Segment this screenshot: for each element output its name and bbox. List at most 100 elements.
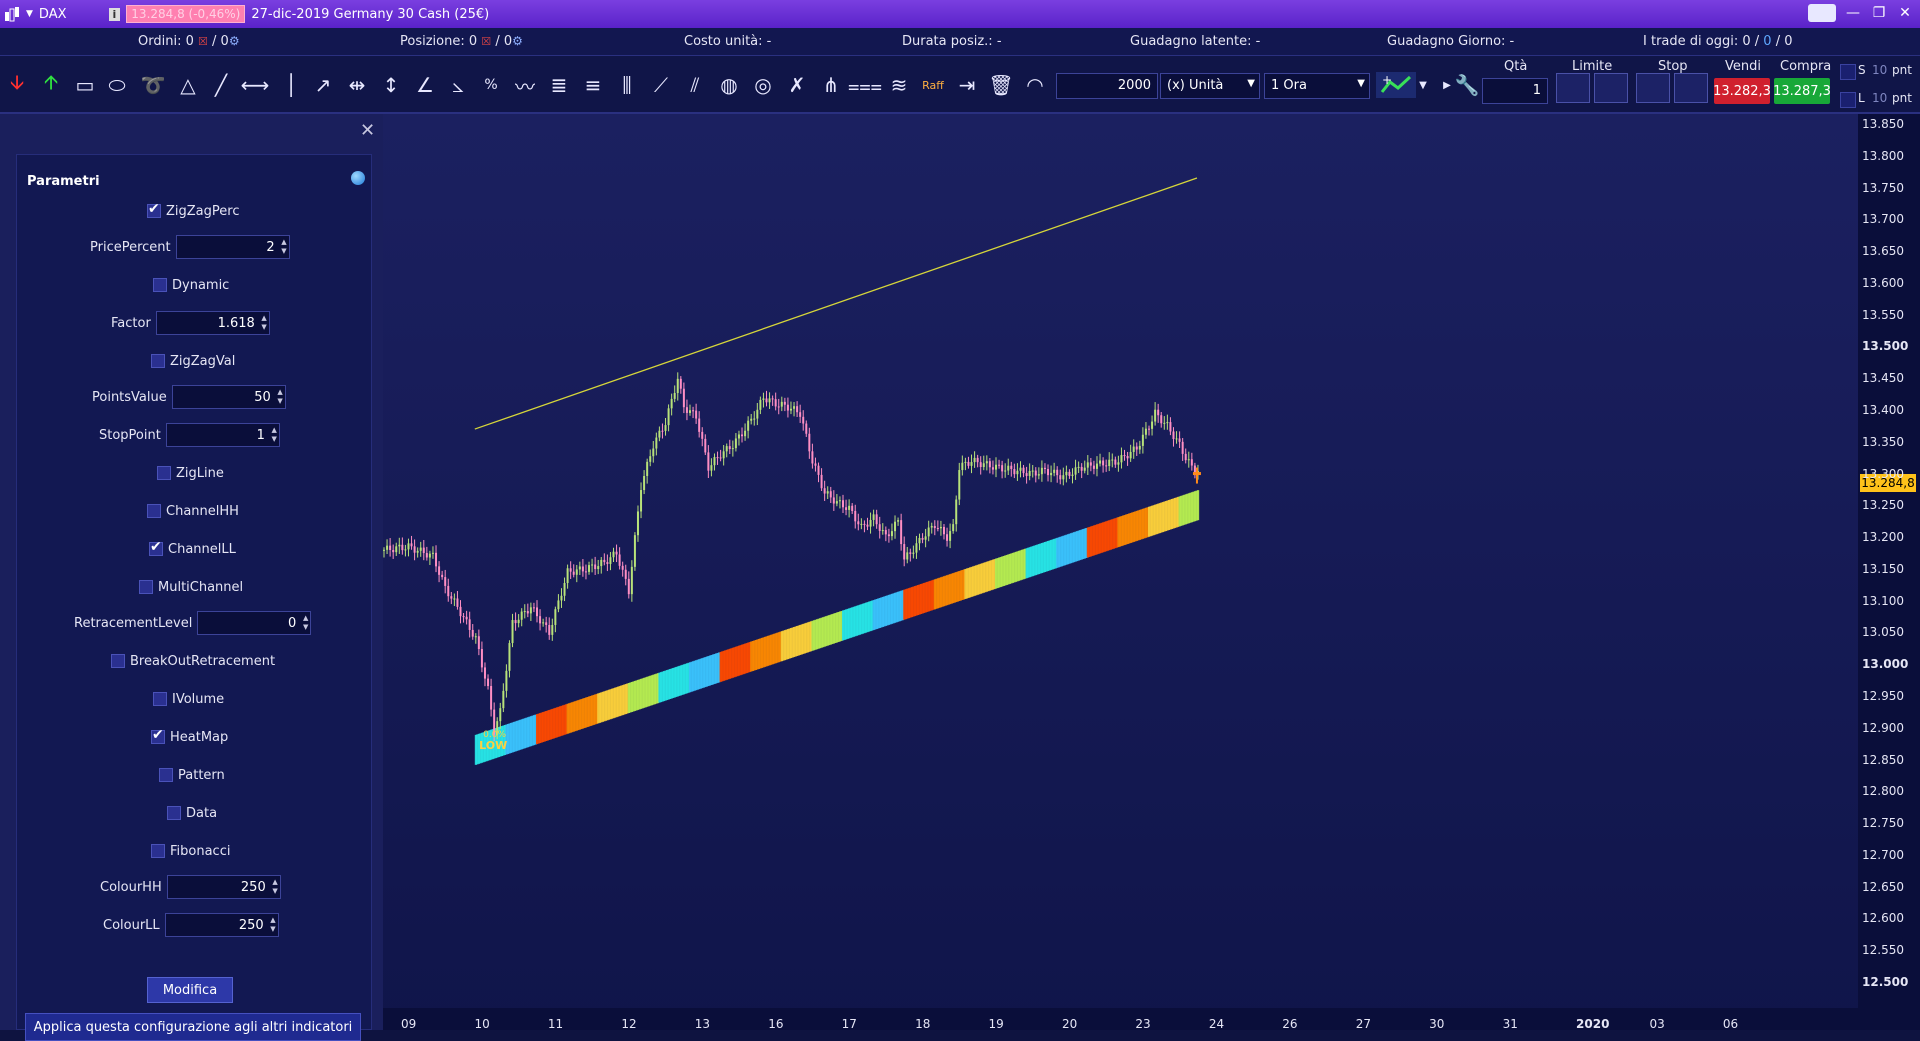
measure-tool-icon[interactable]: ⇥ [954,72,980,98]
pricepercent-input[interactable]: 2 ▲ ▼ [175,235,290,259]
timeframe-select[interactable]: 1 Ora ▼ [1264,73,1370,99]
checkbox[interactable] [157,466,171,480]
multichannel-option[interactable]: MultiChannel [139,575,243,599]
orders-status[interactable]: Ordini: 0 ☒ / 0⚙ [138,34,240,49]
channelhh-option[interactable]: ChannelHH [147,499,239,523]
checkbox[interactable] [153,692,167,706]
heatmap-option[interactable]: HeatMap [151,725,228,749]
price-chart[interactable]: 0.0% LOW [383,114,1858,1030]
stop-buy-button[interactable] [1636,73,1670,103]
help-icon[interactable] [351,171,365,185]
horizontal-line-icon[interactable]: ⟷ [241,72,270,98]
raff-channel-icon[interactable]: Raff [920,72,946,98]
buy-arrow-icon[interactable]: 🡩 [38,70,64,98]
modify-button[interactable]: Modifica [147,977,233,1003]
channel-tool-icon[interactable]: ⩶ [848,72,882,98]
retracement-input[interactable]: 0 ▲ ▼ [197,611,312,635]
zigzagperc-option[interactable]: ZigZagPerc [147,199,239,223]
trendline-tool-icon[interactable]: ╱ [208,72,234,98]
stop-loss-checkbox[interactable] [1840,64,1856,80]
colourhh-input[interactable]: 250 ▲ ▼ [166,875,281,899]
channelll-option[interactable]: ChannelLL [149,537,236,561]
stoppoint-input[interactable]: 1 ▲ ▼ [165,423,280,447]
price-axis[interactable]: 13.284,8 13.850 13.800 13.750 13.700 13.650 1… [1858,114,1920,1030]
triangle-tool-icon[interactable]: △ [175,72,201,98]
ellipse-tool-icon[interactable]: ⬭ [104,72,130,98]
minimize-button[interactable]: — [1844,4,1862,22]
gann-fan-icon[interactable]: ⫽ [682,72,708,98]
parallel-lines-icon[interactable]: ≋ [886,72,912,98]
stop-loss-value[interactable]: 10 [1872,63,1887,77]
pattern-option[interactable]: Pattern [159,763,225,787]
chart-type-icon[interactable]: + [1376,72,1416,98]
angle-tool-icon[interactable]: ∠ [412,72,438,98]
time-zones-icon[interactable]: ⫼ [614,72,640,98]
checkbox[interactable] [151,844,165,858]
percent-tool-icon[interactable]: % [478,72,504,98]
instrument-icon[interactable] [4,6,20,22]
fibonacci-option[interactable]: Fibonacci [151,839,230,863]
checkbox[interactable] [147,504,161,518]
unit-select[interactable]: (x) Unità ▼ [1160,73,1260,99]
limit-checkbox[interactable] [1840,92,1856,108]
wave-tool-icon[interactable]: 〰 [512,72,538,99]
symbol-label[interactable]: DAX [39,7,67,22]
qta-input[interactable]: 1 [1482,78,1548,104]
checkbox[interactable] [153,278,167,292]
sell-button[interactable]: 13.282,3 [1713,78,1771,104]
checkbox-checked[interactable] [147,201,161,218]
close-icon[interactable]: ✕ [360,120,375,141]
ivolume-option[interactable]: IVolume [153,687,224,711]
fibonacci-extension-icon[interactable]: ≡ [580,72,606,98]
checkbox[interactable] [167,806,181,820]
fibonacci-retracement-icon[interactable]: ≣ [546,72,572,98]
limit-sl-value[interactable]: 10 [1872,91,1887,105]
wrench-icon[interactable]: 🔧 [1454,72,1480,98]
chevron-down-icon[interactable]: ▼ [1416,72,1430,98]
apply-to-all-button[interactable]: Applica questa configurazione agli altri… [25,1013,361,1041]
zigline-option[interactable]: ZigLine [157,461,224,485]
spiral-tool-icon[interactable]: ◎ [750,72,776,98]
cross-tool-icon[interactable]: ✗ [784,72,810,98]
vertical-segment-icon[interactable]: ↕ [378,72,404,98]
segment-tool-icon[interactable]: ⇹ [344,72,370,98]
breakout-option[interactable]: BreakOutRetracement [111,649,275,673]
zigzagval-option[interactable]: ZigZagVal [151,349,235,373]
buy-button[interactable]: 13.287,3 [1773,78,1831,104]
sell-arrow-icon[interactable]: 🡫 [4,70,30,98]
chevron-right-icon[interactable]: ▶ [1440,72,1454,98]
position-status[interactable]: Posizione: 0 ☒ / 0⚙ [400,34,523,49]
factor-input[interactable]: 1.618 ▲ ▼ [155,311,270,335]
checkbox[interactable] [151,354,165,368]
pointsvalue-input[interactable]: 50 ▲ ▼ [171,385,286,409]
keyboard-icon[interactable] [1808,4,1836,22]
checkbox-checked[interactable] [149,539,163,556]
dynamic-option[interactable]: Dynamic [153,273,229,297]
colourll-input[interactable]: 250 ▲ ▼ [164,913,279,937]
checkbox[interactable] [111,654,125,668]
limit-buy-button[interactable] [1556,73,1590,103]
rectangle-tool-icon[interactable]: ▭ [72,72,98,98]
today-trades-status[interactable]: I trade di oggi: 0 / 0 / 0 [1643,34,1793,49]
checkbox[interactable] [139,580,153,594]
dropdown-arrow-icon[interactable]: ▼ [26,9,33,19]
arc-tool-icon[interactable]: ◍ [716,72,742,98]
close-window-button[interactable]: ✕ [1896,4,1914,22]
info-icon[interactable]: i [108,7,121,21]
ray-tool-icon[interactable]: ↗ [310,72,336,98]
vertical-line-icon[interactable]: │ [278,72,304,98]
arc-indicator-icon[interactable]: ◠ [1022,72,1048,98]
checkbox-checked[interactable] [151,727,165,744]
pitchfork-tool-icon[interactable]: ⋔ [818,72,844,98]
angle-label-icon[interactable]: ⦣ [445,72,471,98]
trash-icon[interactable]: 🗑 [988,72,1014,98]
stop-sell-button[interactable] [1674,73,1708,103]
data-option[interactable]: Data [167,801,217,825]
fan-tool-icon[interactable]: ⟋ [648,72,674,98]
checkbox[interactable] [159,768,173,782]
time-axis[interactable]: 09 10 11 12 13 16 17 18 19 20 23 24 26 27 30 31 2020 03 06 [383,1008,1858,1031]
lasso-tool-icon[interactable]: ➰ [140,72,166,98]
limit-sell-button[interactable] [1594,73,1628,103]
quantity-input[interactable]: 2000 [1056,73,1158,99]
restore-button[interactable]: ❐ [1870,4,1888,22]
